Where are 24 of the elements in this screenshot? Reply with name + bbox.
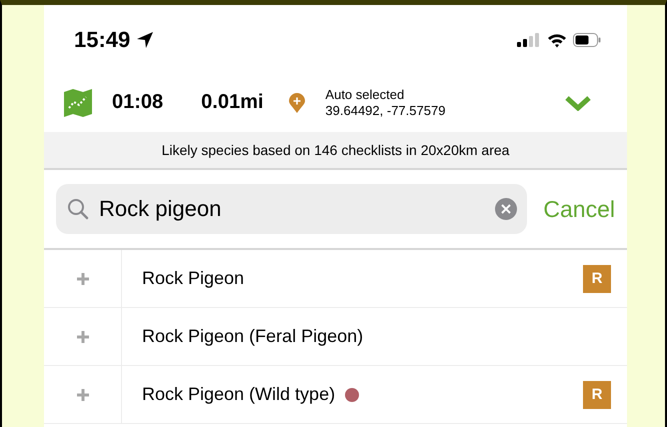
chevron-down-icon[interactable] — [565, 94, 591, 110]
search-field[interactable]: Rock pigeon — [56, 184, 528, 234]
status-time: 15:49 — [74, 27, 130, 53]
duration-text: 01:08 — [112, 91, 164, 114]
rare-badge: R — [583, 264, 611, 292]
species-name[interactable]: Rock Pigeon — [142, 268, 244, 289]
coordinates-text: 39.64492, -77.57579 — [325, 102, 446, 118]
search-icon — [67, 198, 89, 220]
distance-text: 0.01mi — [201, 91, 264, 114]
map-icon[interactable] — [64, 88, 92, 116]
location-pin-icon[interactable] — [289, 92, 306, 112]
location-label: Auto selected — [325, 86, 406, 102]
add-icon[interactable] — [76, 388, 88, 400]
signal-icon — [517, 33, 541, 47]
clear-icon[interactable] — [495, 198, 518, 220]
info-banner: Likely species based on 146 checklists in 20x20km area — [44, 132, 627, 170]
battery-icon — [573, 33, 601, 47]
add-icon[interactable] — [76, 330, 88, 342]
wifi-icon — [547, 32, 567, 48]
species-name[interactable]: Rock Pigeon (Feral Pigeon) — [142, 326, 364, 347]
add-icon[interactable] — [76, 272, 88, 284]
rare-badge: R — [583, 380, 611, 408]
location-arrow-icon — [136, 31, 154, 49]
species-name[interactable]: Rock Pigeon (Wild type) — [142, 384, 336, 405]
